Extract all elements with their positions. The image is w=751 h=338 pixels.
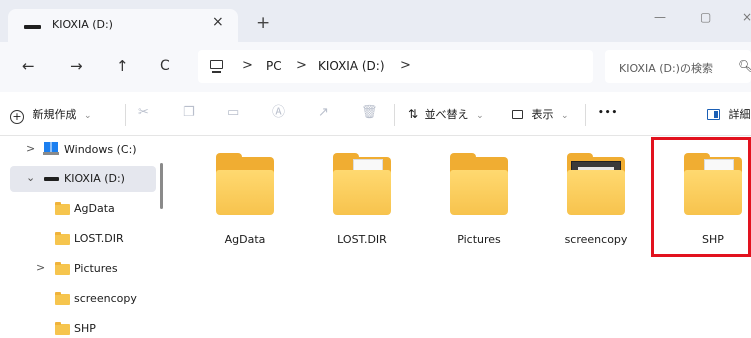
rename-icon[interactable]: Ⓐ xyxy=(272,106,285,120)
sidebar-item-label: SHP xyxy=(74,322,96,335)
sidebar-item-screencopy[interactable]: screencopy xyxy=(10,286,156,312)
folder-icon xyxy=(216,153,274,215)
folder-icon xyxy=(55,262,70,275)
navigation-pane: > Windows (C:) ⌄ KIOXIA (D:) AgData LOST… xyxy=(0,137,166,338)
details-pane-button[interactable]: 詳細 xyxy=(707,106,751,122)
sidebar-item-label: Pictures xyxy=(74,262,118,275)
folder-icon xyxy=(55,232,70,245)
up-arrow-icon[interactable]: ↑ xyxy=(116,57,129,75)
sidebar-item-pictures[interactable]: > Pictures xyxy=(10,256,156,282)
tab-kioxia[interactable]: KIOXIA (D:) × xyxy=(8,9,238,42)
forward-arrow-icon[interactable]: → xyxy=(70,57,83,75)
folder-item-lost-dir[interactable]: LOST.DIR xyxy=(304,137,420,267)
view-button-label: 表示 xyxy=(531,108,554,121)
sidebar-item-lost-dir[interactable]: LOST.DIR xyxy=(10,226,156,252)
plus-circle-icon: + xyxy=(10,110,24,124)
folder-icon xyxy=(55,202,70,215)
folder-name: screencopy xyxy=(564,233,628,246)
share-icon[interactable]: ↗ xyxy=(318,106,329,120)
minimize-icon[interactable]: — xyxy=(654,10,666,24)
folder-item-pictures[interactable]: Pictures xyxy=(421,137,537,267)
breadcrumb-expand-chevron[interactable]: > xyxy=(400,58,411,73)
navigation-bar: ← → ↑ C > PC > KIOXIA (D:) > KIOXIA (D:)… xyxy=(0,42,751,92)
folder-name: LOST.DIR xyxy=(337,233,387,246)
folder-name: AgData xyxy=(224,233,266,246)
drive-icon xyxy=(44,177,59,181)
folder-icon xyxy=(333,153,391,215)
sort-button[interactable]: ⇅ 並べ替え ⌄ xyxy=(408,106,484,122)
highlight-box xyxy=(651,137,751,257)
search-placeholder: KIOXIA (D:)の検索 xyxy=(619,62,713,75)
back-arrow-icon[interactable]: ← xyxy=(22,57,35,75)
divider xyxy=(394,104,395,126)
divider xyxy=(585,104,586,126)
pc-monitor-stand xyxy=(212,71,221,73)
chevron-down-icon: ⌄ xyxy=(476,111,484,121)
folder-name: Pictures xyxy=(457,233,501,246)
address-bar[interactable]: > PC > KIOXIA (D:) > xyxy=(198,50,593,83)
sidebar-item-label: AgData xyxy=(74,202,115,215)
folder-item-agdata[interactable]: AgData xyxy=(187,137,303,267)
tab-title: KIOXIA (D:) xyxy=(52,18,113,31)
new-button[interactable]: + 新規作成 ⌄ xyxy=(10,106,92,124)
chevron-right-icon[interactable]: > xyxy=(36,261,45,274)
close-window-icon[interactable]: × xyxy=(742,10,751,24)
maximize-icon[interactable]: ▢ xyxy=(700,10,711,24)
folder-icon xyxy=(55,322,70,335)
windows-drive-base xyxy=(43,152,59,155)
file-list: AgData LOST.DIR Pictures screencopy SHP xyxy=(166,137,751,338)
copy-icon[interactable]: ❐ xyxy=(183,106,195,120)
tab-close-icon[interactable]: × xyxy=(212,14,224,30)
sort-button-label: 並べ替え xyxy=(424,108,469,121)
breadcrumb-kioxia[interactable]: KIOXIA (D:) xyxy=(318,59,385,73)
divider xyxy=(125,104,126,126)
folder-icon xyxy=(567,153,625,215)
view-button[interactable]: 表示 ⌄ xyxy=(512,106,569,122)
cut-icon[interactable]: ✂ xyxy=(138,106,149,120)
folder-icon xyxy=(450,153,508,215)
sidebar-item-label: Windows (C:) xyxy=(64,143,137,156)
chevron-right-icon[interactable]: > xyxy=(26,142,35,155)
view-list-icon xyxy=(512,110,523,119)
sidebar-item-kioxia-d[interactable]: ⌄ KIOXIA (D:) xyxy=(10,166,156,192)
new-tab-button[interactable]: + xyxy=(256,15,270,32)
windows-drive-icon xyxy=(44,142,58,152)
command-bar: + 新規作成 ⌄ ✂ ❐ ▭ Ⓐ ↗ 🗑︎ ⇅ 並べ替え ⌄ 表示 ⌄ ••• … xyxy=(0,92,751,136)
refresh-icon[interactable]: C xyxy=(160,57,170,75)
sidebar-item-shp[interactable]: SHP xyxy=(10,316,156,338)
more-options-button[interactable]: ••• xyxy=(598,108,618,118)
new-button-label: 新規作成 xyxy=(32,108,77,121)
breadcrumb-separator: > xyxy=(296,58,307,73)
search-icon: 🔍︎ xyxy=(738,59,751,73)
sidebar-item-label: KIOXIA (D:) xyxy=(64,172,125,185)
sidebar-item-agdata[interactable]: AgData xyxy=(10,196,156,222)
breadcrumb-pc[interactable]: PC xyxy=(266,59,282,73)
sidebar-item-label: screencopy xyxy=(74,292,137,305)
pc-monitor-icon xyxy=(210,60,223,69)
title-bar: KIOXIA (D:) × + — ▢ × xyxy=(0,0,751,42)
breadcrumb-separator: > xyxy=(242,58,253,73)
folder-item-screencopy[interactable]: screencopy xyxy=(538,137,654,267)
navigation-pane-scrollbar[interactable] xyxy=(160,163,163,209)
folder-icon xyxy=(55,292,70,305)
sidebar-item-windows-c[interactable]: > Windows (C:) xyxy=(10,137,156,163)
sort-arrows-icon: ⇅ xyxy=(408,107,419,121)
details-pane-label: 詳細 xyxy=(728,108,751,121)
drive-icon xyxy=(24,25,41,29)
chevron-down-icon[interactable]: ⌄ xyxy=(26,171,35,184)
chevron-down-icon: ⌄ xyxy=(84,111,92,121)
search-box[interactable]: KIOXIA (D:)の検索 🔍︎ xyxy=(605,50,751,83)
details-pane-icon xyxy=(707,109,720,120)
chevron-down-icon: ⌄ xyxy=(561,111,569,121)
sidebar-item-label: LOST.DIR xyxy=(74,232,124,245)
delete-icon[interactable]: 🗑︎ xyxy=(361,106,378,120)
paste-icon[interactable]: ▭ xyxy=(227,106,239,120)
